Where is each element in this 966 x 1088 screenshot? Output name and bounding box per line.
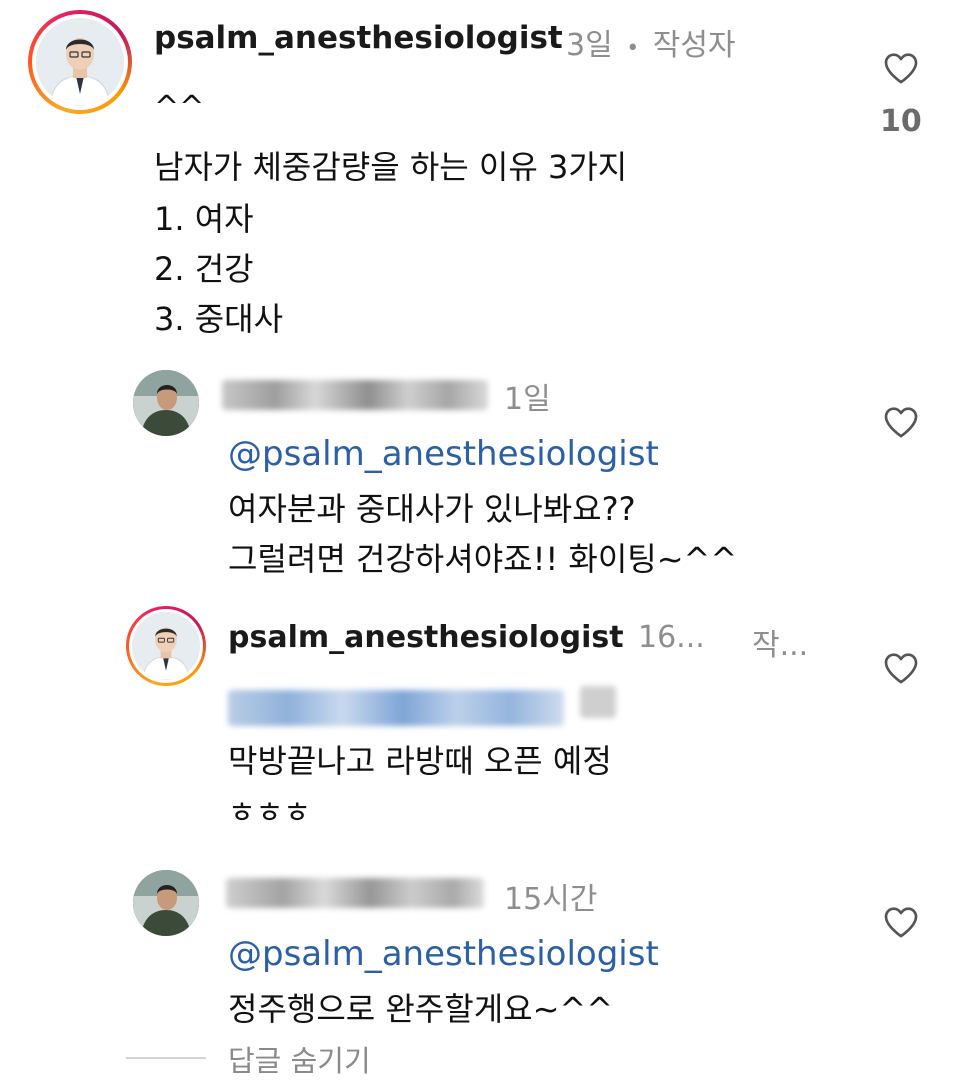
mention-link[interactable]: @psalm_anesthesiologist (228, 934, 659, 974)
comment-text-line: 3. 중대사 (154, 300, 284, 338)
comment-text-line: 막방끝나고 라방때 오픈 예정 (228, 742, 612, 780)
comment-time: 3일 (566, 28, 613, 63)
comment-username[interactable]: psalm_anesthesiologist (154, 20, 563, 56)
author-badge: 작... (752, 628, 809, 663)
comment-time: 16... (638, 620, 705, 655)
blurred-username[interactable] (222, 380, 488, 410)
author-avatar[interactable] (28, 10, 132, 114)
heart-outline-icon[interactable] (881, 48, 921, 88)
comment-text-line: 정주행으로 완주할게요~^^ (228, 990, 614, 1028)
comment-text-line: 1. 여자 (154, 200, 254, 238)
author-badge: 작성자 (652, 28, 736, 63)
heart-outline-icon[interactable] (881, 648, 921, 688)
doctor-avatar-icon (132, 612, 200, 680)
comment-text-line: 남자가 체중감량을 하는 이유 3가지 (154, 148, 628, 186)
blurred-mention[interactable] (228, 690, 564, 726)
user-avatar-icon[interactable] (133, 370, 199, 436)
comment-text-line: ㅎㅎㅎ (228, 796, 311, 831)
like-count: 10 (880, 104, 922, 139)
hide-replies-button[interactable]: 답글 숨기기 (228, 1038, 371, 1080)
blurred-username[interactable] (226, 878, 484, 908)
doctor-avatar-icon (36, 18, 124, 106)
comment-username[interactable]: psalm_anesthesiologist (228, 620, 624, 655)
separator-dot: • (626, 36, 640, 61)
heart-outline-icon[interactable] (881, 902, 921, 942)
divider-line (126, 1057, 206, 1059)
comment-time: 1일 (504, 382, 551, 417)
comment-time: 15시간 (504, 882, 598, 917)
blurred-text (580, 686, 616, 718)
comment-text-line: 여자분과 중대사가 있나봐요?? (228, 490, 636, 528)
heart-outline-icon[interactable] (881, 402, 921, 442)
comment-text-line: 그럴려면 건강하셔야죠!! 화이팅~^^ (228, 540, 738, 578)
mention-link[interactable]: @psalm_anesthesiologist (228, 434, 659, 474)
author-avatar[interactable] (126, 606, 206, 686)
comment-text-line: 2. 건강 (154, 250, 254, 288)
user-avatar-icon[interactable] (133, 870, 199, 936)
comment-text-line: ^^ (154, 90, 205, 125)
